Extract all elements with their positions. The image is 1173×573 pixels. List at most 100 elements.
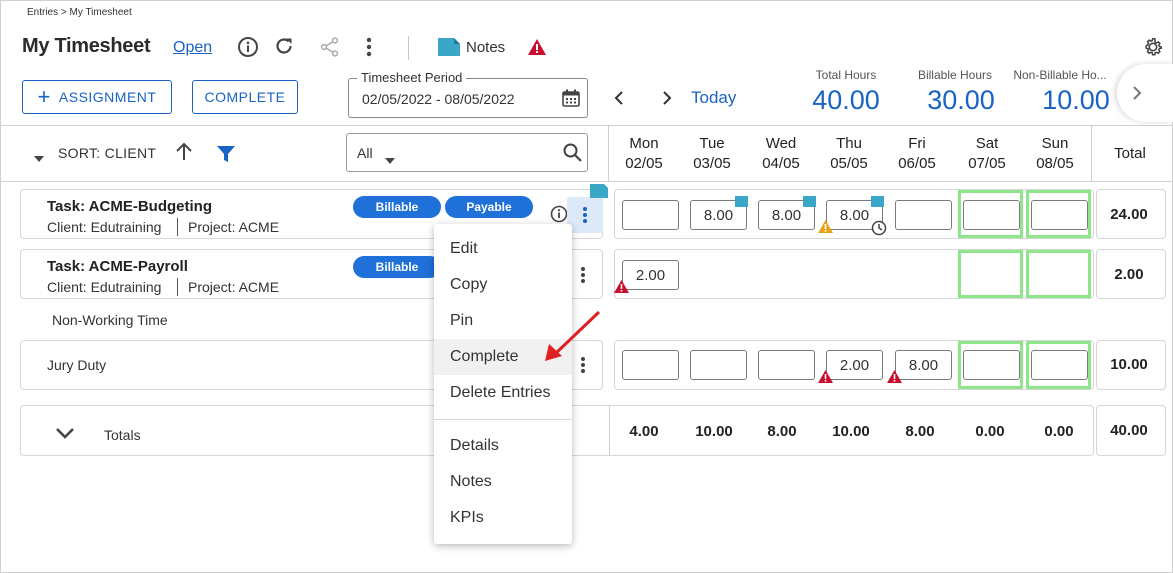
status-link[interactable]: Open	[173, 39, 212, 57]
day-header-fri: Fri 06/05	[898, 135, 936, 172]
timesheet-period-label: Timesheet Period	[357, 70, 467, 85]
menu-item-copy[interactable]: Copy	[434, 267, 572, 303]
hour-cell-tue[interactable]	[690, 350, 747, 380]
total-sat: 0.00	[975, 423, 1005, 440]
billable-badge: Billable	[353, 196, 441, 218]
total-wed: 8.00	[767, 423, 797, 440]
error-alert-icon[interactable]	[528, 39, 546, 60]
total-tue: 10.00	[695, 423, 733, 440]
next-period-icon[interactable]	[661, 90, 673, 111]
error-alert-icon[interactable]	[887, 370, 902, 388]
warning-icon[interactable]	[818, 220, 833, 238]
hour-cell-thu[interactable]: 2.00	[826, 350, 883, 380]
menu-divider	[434, 419, 572, 420]
filter-icon[interactable]	[217, 145, 235, 168]
filter-select[interactable]	[346, 133, 588, 172]
column-divider	[608, 126, 609, 182]
add-assignment-button[interactable]: + ASSIGNMENT	[22, 80, 172, 114]
page-title: My Timesheet	[22, 35, 151, 57]
kpi-nonbillable-hours-value: 10.00	[1042, 85, 1110, 115]
day-header-sat: Sat 07/05	[968, 135, 1006, 172]
kpi-billable-hours-label: Billable Hours	[917, 68, 993, 82]
hour-cell-mon[interactable]: 2.00	[622, 260, 679, 290]
filter-select-value: All	[357, 145, 373, 161]
row-total: 10.00	[1110, 356, 1148, 373]
timesheet-period-value: 02/05/2022 - 08/05/2022	[362, 91, 515, 107]
cell-note-icon	[803, 196, 816, 207]
kpi-total-hours-label: Total Hours	[815, 68, 877, 82]
day-header-sun: Sun 08/05	[1036, 135, 1074, 172]
row-total: 24.00	[1110, 206, 1148, 223]
history-clock-icon[interactable]	[871, 220, 887, 241]
error-alert-icon[interactable]	[818, 370, 833, 388]
hour-cell-sun[interactable]	[1031, 350, 1088, 380]
weekend-cell-sat	[958, 250, 1023, 298]
column-divider	[1091, 126, 1092, 182]
collapse-chevron-icon[interactable]	[55, 427, 75, 446]
share-icon[interactable]	[318, 35, 342, 59]
grid-header-divider	[1, 181, 1173, 182]
menu-item-edit[interactable]: Edit	[434, 231, 572, 267]
more-vertical-icon[interactable]	[357, 35, 381, 59]
sort-ascending-icon[interactable]	[175, 142, 193, 167]
total-mon: 4.00	[629, 423, 659, 440]
menu-item-notes[interactable]: Notes	[434, 464, 572, 500]
cell-note-icon	[735, 196, 748, 207]
filter-dropdown-icon[interactable]	[385, 151, 395, 169]
weekend-cell-sun	[1026, 250, 1091, 298]
day-header-wed: Wed 04/05	[762, 135, 800, 172]
total-sun: 0.00	[1044, 423, 1074, 440]
hour-cell-sat[interactable]	[963, 200, 1020, 230]
row-meta-divider	[177, 278, 178, 296]
row-client: Client: Edutraining	[47, 219, 162, 235]
notes-button-label[interactable]: Notes	[466, 39, 505, 56]
row-task-name: Task: ACME-Budgeting	[47, 198, 212, 215]
kpi-billable-hours-value: 30.00	[927, 85, 995, 115]
row-project: Project: ACME	[188, 279, 280, 295]
total-fri: 8.00	[905, 423, 935, 440]
day-header-thu: Thu 05/05	[830, 135, 868, 172]
toolbar-divider	[408, 36, 409, 60]
today-link[interactable]: Today	[691, 88, 736, 108]
hour-cell-sun[interactable]	[1031, 200, 1088, 230]
hour-cell-sat[interactable]	[963, 350, 1020, 380]
hour-cell-fri[interactable]	[895, 200, 952, 230]
notes-icon[interactable]	[438, 38, 460, 61]
calendar-icon[interactable]	[562, 89, 580, 112]
sort-dropdown-icon[interactable]	[34, 149, 44, 167]
complete-timesheet-button[interactable]: COMPLETE	[192, 80, 298, 114]
kpi-nonbillable-hours-label: Non-Billable Ho...	[1013, 68, 1107, 82]
row-more-icon[interactable]	[580, 266, 586, 289]
non-working-time-heading: Non-Working Time	[52, 312, 168, 328]
row-meta-divider	[177, 218, 178, 236]
breadcrumb[interactable]: Entries > My Timesheet	[27, 7, 132, 18]
kpi-total-hours-value: 40.00	[812, 85, 880, 115]
annotation-arrow-icon	[541, 309, 603, 368]
search-icon[interactable]	[563, 143, 582, 167]
previous-period-icon[interactable]	[613, 90, 625, 111]
payable-badge: Payable	[445, 196, 533, 218]
kpi-scroll-panel	[1117, 64, 1173, 122]
refresh-icon[interactable]	[272, 34, 296, 58]
menu-item-details[interactable]: Details	[434, 428, 572, 464]
hour-cell-wed[interactable]	[758, 350, 815, 380]
billable-badge: Billable	[353, 256, 441, 278]
settings-gear-icon[interactable]	[1142, 36, 1164, 63]
row-total: 2.00	[1114, 266, 1144, 283]
menu-item-kpis[interactable]: KPIs	[434, 500, 572, 536]
sort-selector[interactable]: SORT: CLIENT	[58, 145, 156, 161]
row-project: Project: ACME	[188, 219, 280, 235]
hour-cell-mon[interactable]	[622, 200, 679, 230]
totals-label: Totals	[104, 427, 141, 443]
total-column-header: Total	[1114, 145, 1146, 162]
row-task-name: Jury Duty	[47, 357, 107, 373]
kpi-next-icon[interactable]	[1132, 85, 1142, 106]
menu-item-delete-entries[interactable]: Delete Entries	[434, 375, 572, 411]
row-context-menu: Edit Copy Pin Complete Delete Entries De…	[434, 224, 572, 544]
app-window: Entries > My Timesheet My Timesheet Open…	[0, 0, 1173, 573]
hour-cell-fri[interactable]: 8.00	[895, 350, 952, 380]
info-icon[interactable]	[236, 35, 260, 59]
error-alert-icon[interactable]	[614, 280, 629, 298]
hour-cell-mon[interactable]	[622, 350, 679, 380]
grand-total: 40.00	[1110, 422, 1148, 439]
